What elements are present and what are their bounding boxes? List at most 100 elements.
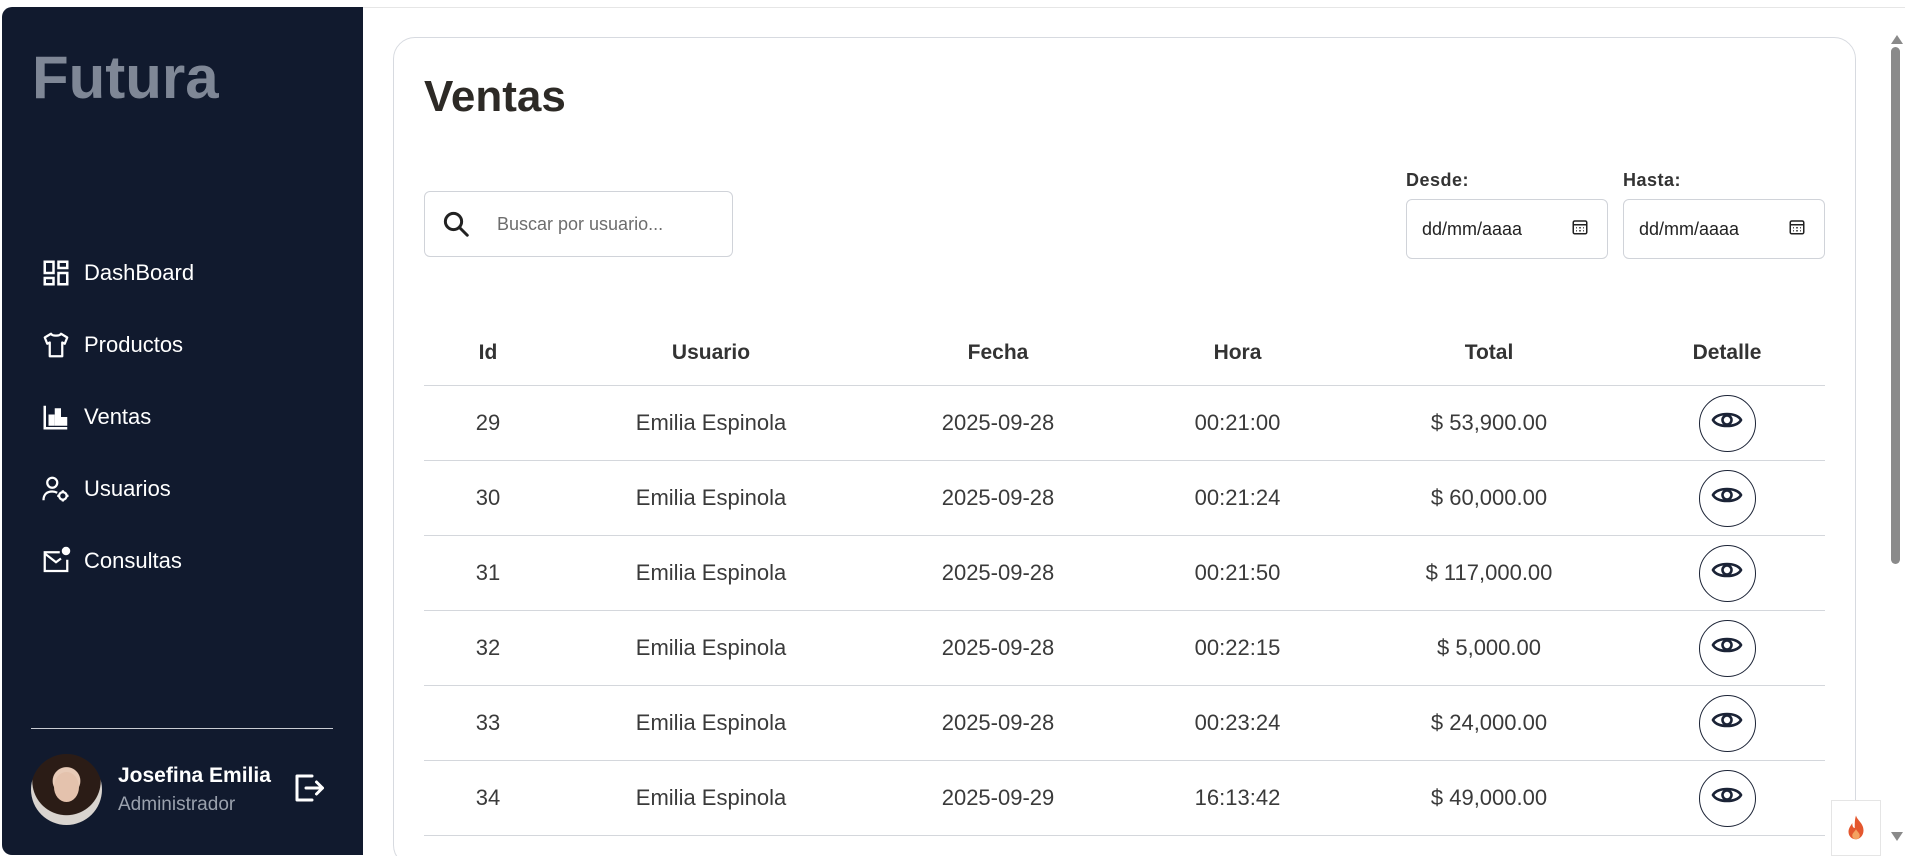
flame-icon[interactable] xyxy=(1831,800,1881,856)
bar-chart-icon xyxy=(40,401,72,433)
cell-user: Emilia Espinola xyxy=(635,485,787,510)
cell-id: 30 xyxy=(475,485,501,510)
avatar xyxy=(31,754,102,825)
cell-detail xyxy=(1629,694,1825,752)
eye-icon xyxy=(1711,709,1743,737)
cell-date: 2025-09-29 xyxy=(941,785,1055,810)
calendar-icon[interactable] xyxy=(1788,218,1806,241)
search-input[interactable] xyxy=(497,213,717,235)
date-to-label: Hasta: xyxy=(1623,170,1682,190)
profile-text: Josefina Emilia Administrador xyxy=(118,764,271,816)
user-settings-icon xyxy=(40,473,72,505)
eye-icon xyxy=(1711,409,1743,437)
sidebar-item-dashboard[interactable]: DashBoard xyxy=(40,253,194,293)
cell-date: 2025-09-28 xyxy=(941,710,1055,735)
date-to-value: dd/mm/aaaa xyxy=(1639,218,1740,239)
sidebar-item-consultas[interactable]: Consultas xyxy=(40,541,194,581)
view-detail-button[interactable] xyxy=(1698,619,1756,677)
sidebar-item-label: Ventas xyxy=(84,404,152,429)
sidebar-item-label: Consultas xyxy=(84,548,182,573)
cell-total: $ 24,000.00 xyxy=(1430,710,1548,735)
cell-hour: 00:21:50 xyxy=(1194,560,1281,585)
cell-hour: 00:23:24 xyxy=(1194,710,1281,735)
cell-user: Emilia Espinola xyxy=(635,410,787,435)
scroll-thumb[interactable] xyxy=(1891,47,1900,564)
cell-user: Emilia Espinola xyxy=(635,710,787,735)
cell-id: 31 xyxy=(475,560,501,585)
user-profile: Josefina Emilia Administrador xyxy=(31,754,324,825)
sidebar-item-usuarios[interactable]: Usuarios xyxy=(40,469,194,509)
cell-total: $ 49,000.00 xyxy=(1430,785,1548,810)
table-row: 30 Emilia Espinola 2025-09-28 00:21:24 $ 60,… xyxy=(424,461,1825,536)
view-detail-button[interactable] xyxy=(1698,544,1756,602)
cell-total: $ 53,900.00 xyxy=(1430,410,1548,435)
date-from-field[interactable]: dd/mm/aaaa xyxy=(1406,199,1608,259)
column-header[interactable]: Hora xyxy=(1126,341,1349,365)
mail-notification-icon xyxy=(40,545,72,577)
scroll-down-arrow[interactable] xyxy=(1891,832,1903,841)
table-row: 33 Emilia Espinola 2025-09-28 00:23:24 $ 24,… xyxy=(424,686,1825,761)
cell-detail xyxy=(1629,619,1825,677)
profile-name: Josefina Emilia xyxy=(118,763,271,787)
date-to-group: Hasta: dd/mm/aaaa xyxy=(1623,170,1825,259)
cell-id: 32 xyxy=(475,635,501,660)
sidebar: Futura DashBoard Productos Ventas Usuari… xyxy=(2,7,363,855)
page-scrollbar[interactable] xyxy=(1887,35,1905,856)
profile-role: Administrador xyxy=(118,793,236,815)
column-header[interactable]: Fecha xyxy=(870,341,1126,365)
search-box[interactable] xyxy=(424,191,733,257)
cell-hour: 00:21:24 xyxy=(1194,485,1281,510)
cell-id: 34 xyxy=(475,785,501,810)
sales-card: Ventas Desde: dd/mm/aaaa Hasta: dd/mm/aa… xyxy=(393,37,1856,856)
cell-detail xyxy=(1629,544,1825,602)
column-header[interactable]: Total xyxy=(1349,341,1629,365)
cell-date: 2025-09-28 xyxy=(941,560,1055,585)
logout-icon[interactable] xyxy=(291,770,327,806)
cell-total: $ 117,000.00 xyxy=(1425,560,1553,585)
eye-icon xyxy=(1711,559,1743,587)
view-detail-button[interactable] xyxy=(1698,394,1756,452)
column-header[interactable]: Id xyxy=(424,341,552,365)
date-from-group: Desde: dd/mm/aaaa xyxy=(1406,170,1608,259)
cell-date: 2025-09-28 xyxy=(941,485,1055,510)
eye-icon xyxy=(1711,784,1743,812)
sidebar-nav: DashBoard Productos Ventas Usuarios Cons… xyxy=(40,253,194,613)
cell-hour: 00:22:15 xyxy=(1194,635,1281,660)
table-row: 32 Emilia Espinola 2025-09-28 00:22:15 $ 5,0… xyxy=(424,611,1825,686)
cell-id: 33 xyxy=(475,710,501,735)
eye-icon xyxy=(1711,634,1743,662)
cell-total: $ 60,000.00 xyxy=(1430,485,1548,510)
cell-date: 2025-09-28 xyxy=(941,635,1055,660)
shirt-icon xyxy=(40,329,72,361)
cell-detail xyxy=(1629,394,1825,452)
sidebar-item-label: DashBoard xyxy=(84,260,195,285)
scroll-up-arrow[interactable] xyxy=(1891,35,1903,44)
sidebar-item-label: Productos xyxy=(84,332,184,357)
table-row: 31 Emilia Espinola 2025-09-28 00:21:50 $ 117… xyxy=(424,536,1825,611)
brand-logo: Futura xyxy=(32,44,219,111)
sidebar-item-productos[interactable]: Productos xyxy=(40,325,194,365)
search-icon xyxy=(441,209,471,239)
table-row: 29 Emilia Espinola 2025-09-28 00:21:00 $ 53,… xyxy=(424,386,1825,461)
view-detail-button[interactable] xyxy=(1698,694,1756,752)
column-header[interactable]: Usuario xyxy=(552,341,870,365)
cell-detail xyxy=(1629,469,1825,527)
sidebar-item-label: Usuarios xyxy=(84,476,171,501)
cell-user: Emilia Espinola xyxy=(635,785,787,810)
cell-detail xyxy=(1629,769,1825,827)
eye-icon xyxy=(1711,484,1743,512)
app-root: Futura DashBoard Productos Ventas Usuari… xyxy=(0,0,1905,856)
sidebar-item-ventas[interactable]: Ventas xyxy=(40,397,194,437)
top-divider xyxy=(363,7,1905,8)
table-body: 29 Emilia Espinola 2025-09-28 00:21:00 $ 53,… xyxy=(424,386,1825,836)
cell-hour: 00:21:00 xyxy=(1194,410,1281,435)
column-header: Detalle xyxy=(1692,341,1762,364)
sidebar-divider xyxy=(31,728,333,729)
calendar-icon[interactable] xyxy=(1571,218,1589,241)
cell-user: Emilia Espinola xyxy=(635,635,787,660)
view-detail-button[interactable] xyxy=(1698,469,1756,527)
date-to-field[interactable]: dd/mm/aaaa xyxy=(1623,199,1825,259)
cell-date: 2025-09-28 xyxy=(941,410,1055,435)
date-from-value: dd/mm/aaaa xyxy=(1422,218,1523,239)
view-detail-button[interactable] xyxy=(1698,769,1756,827)
